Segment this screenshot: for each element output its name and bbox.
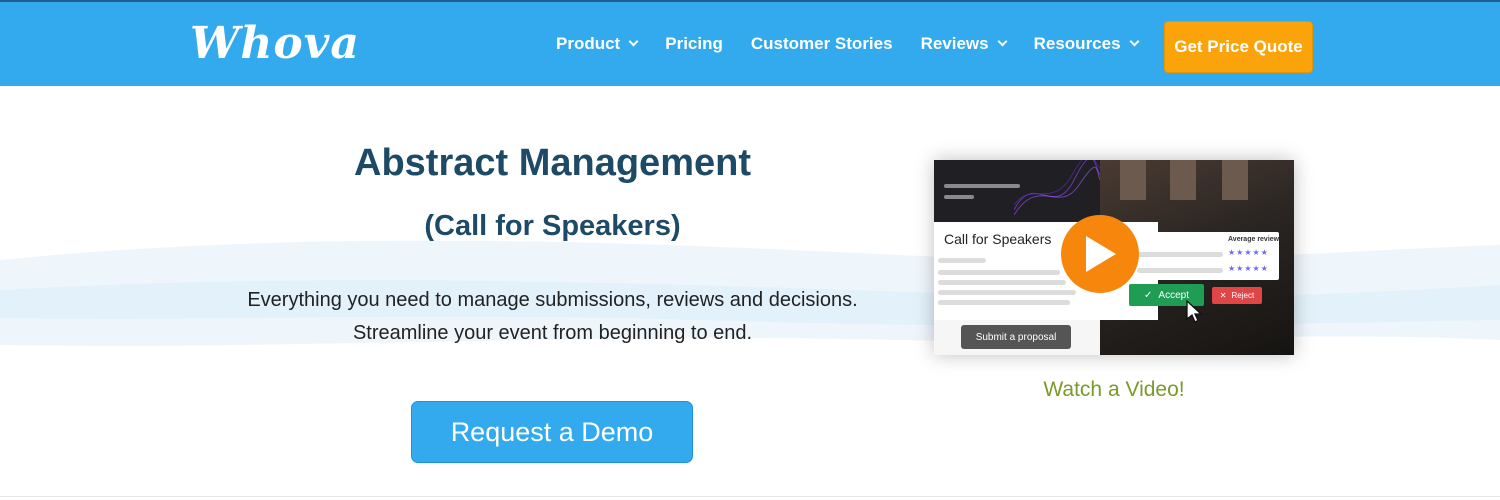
chevron-down-icon	[997, 36, 1008, 47]
rating-stars: ★★★★★	[1228, 248, 1269, 257]
top-navigation-bar: Whova Product Pricing Customer Stories R…	[0, 0, 1500, 86]
mouse-cursor-icon	[1186, 300, 1203, 323]
window-shape	[1222, 160, 1248, 200]
play-button[interactable]	[1061, 215, 1139, 293]
chevron-down-icon	[628, 36, 639, 47]
divider	[0, 496, 1500, 497]
placeholder-line	[944, 195, 974, 199]
submit-proposal-button: Submit a proposal	[961, 325, 1071, 349]
placeholder-line	[938, 300, 1070, 305]
nav-item-label: Reviews	[920, 34, 989, 53]
review-card: Average review ★★★★★ ★★★★★	[1133, 232, 1279, 280]
placeholder-line	[938, 280, 1066, 285]
nav-item-label: Product	[556, 34, 621, 53]
chevron-down-icon	[1129, 36, 1139, 47]
placeholder-line	[938, 290, 1076, 295]
placeholder-line	[944, 184, 1020, 188]
hero-description: Everything you need to manage submission…	[170, 284, 935, 350]
video-dark-panel	[934, 160, 1100, 222]
window-shape	[1170, 160, 1196, 200]
card-title: Call for Speakers	[944, 231, 1052, 247]
placeholder-line	[1137, 252, 1223, 257]
description-line: Streamline your event from beginning to …	[352, 322, 753, 344]
wave-graphic-icon	[1014, 160, 1100, 216]
play-icon	[1086, 236, 1116, 272]
nav-item-label: Resources	[1033, 34, 1121, 53]
nav-item-reviews[interactable]: Reviews	[920, 32, 1008, 56]
page-title: Abstract Management	[354, 142, 751, 184]
nav-item-pricing[interactable]: Pricing	[665, 32, 723, 56]
nav-item-label: Pricing	[665, 34, 723, 53]
accept-label: Accept	[1158, 289, 1189, 301]
placeholder-line	[1137, 268, 1223, 273]
reject-label: Reject	[1231, 291, 1255, 300]
rating-stars: ★★★★★	[1228, 264, 1269, 273]
description-line: Everything you need to manage submission…	[247, 289, 858, 311]
nav-item-customer-stories[interactable]: Customer Stories	[751, 32, 893, 56]
placeholder-line	[938, 258, 986, 263]
watch-video-link[interactable]: Watch a Video!	[934, 378, 1294, 402]
video-thumbnail[interactable]: Call for Speakers Average review ★★★★★ ★…	[934, 160, 1294, 355]
check-icon: ✓	[1144, 289, 1153, 301]
window-shape	[1120, 160, 1146, 200]
nav-item-product[interactable]: Product	[556, 32, 639, 56]
whova-logo[interactable]: Whova	[190, 18, 360, 70]
average-review-label: Average review	[1228, 236, 1280, 243]
nav-item-resources[interactable]: Resources	[1033, 32, 1139, 56]
main-nav: Product Pricing Customer Stories Reviews…	[556, 32, 1166, 56]
get-price-quote-button[interactable]: Get Price Quote	[1164, 21, 1313, 73]
reject-button: ✕ Reject	[1212, 287, 1262, 304]
request-demo-button[interactable]: Request a Demo	[411, 401, 693, 463]
nav-item-label: Customer Stories	[750, 34, 893, 53]
placeholder-line	[938, 270, 1060, 275]
close-icon: ✕	[1219, 291, 1227, 300]
page-subtitle: (Call for Speakers)	[424, 210, 681, 242]
